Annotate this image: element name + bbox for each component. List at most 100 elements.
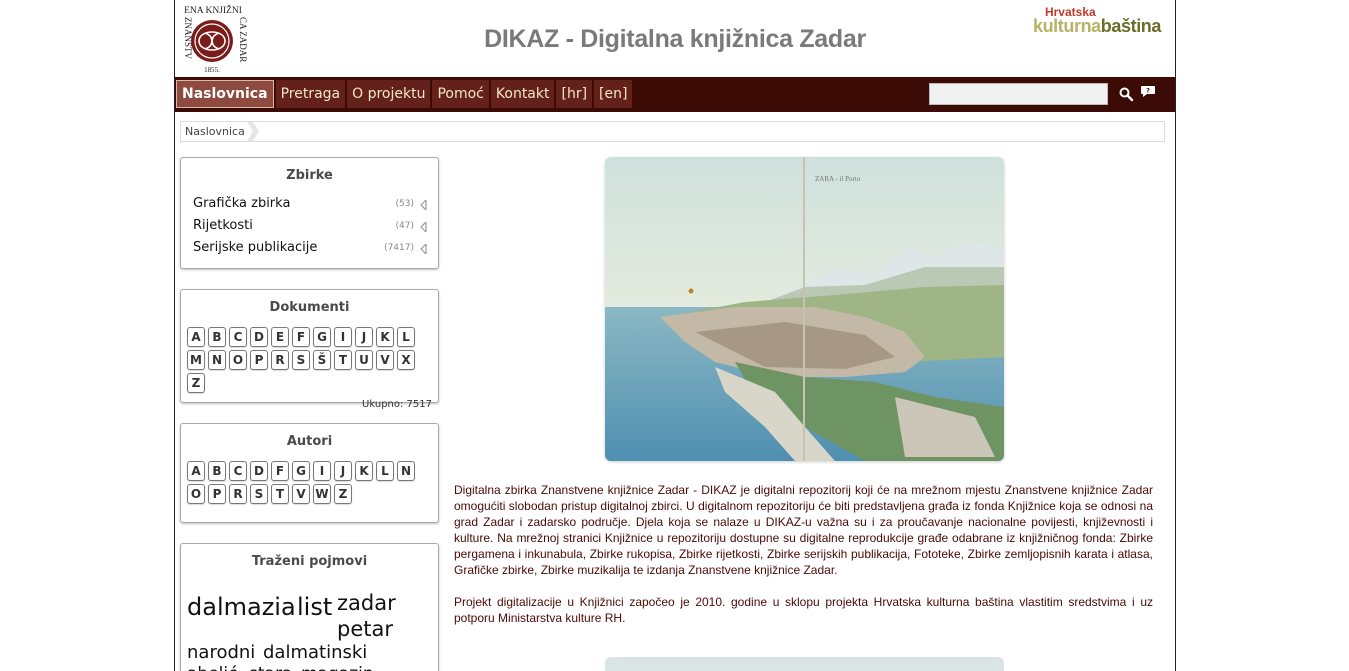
- search-icon[interactable]: [1118, 86, 1134, 102]
- documents-letter-button[interactable]: V: [376, 350, 394, 370]
- documents-letter-button[interactable]: B: [208, 327, 226, 347]
- tags-title: Traženi pojmovi: [251, 554, 368, 569]
- tag-link[interactable]: zadar: [337, 593, 396, 614]
- intro-paragraph-2: Projekt digitalizacije u Knjižnici započ…: [454, 595, 1153, 625]
- documents-letter-button[interactable]: M: [187, 350, 205, 370]
- authors-letter-button[interactable]: D: [250, 461, 268, 481]
- nav-item-en[interactable]: [en]: [594, 80, 633, 108]
- authors-letter-button[interactable]: J: [334, 461, 352, 481]
- intro-paragraph-1: Digitalna zbirka Znanstvene knjižnice Za…: [454, 483, 1153, 577]
- nav-item-naslovnica[interactable]: Naslovnica: [176, 80, 274, 108]
- collections-list: Grafička zbirka (53) Rijetkosti (47) Serijsk…: [181, 193, 438, 259]
- breadcrumb-separator-icon: [247, 122, 259, 141]
- documents-letter-button[interactable]: X: [397, 350, 415, 370]
- authors-letter-button[interactable]: I: [313, 461, 331, 481]
- documents-letter-button[interactable]: E: [271, 327, 289, 347]
- collection-count: (53): [395, 199, 414, 209]
- nav-item-o-projektu[interactable]: O projektu: [347, 80, 431, 108]
- authors-title: Autori: [286, 434, 333, 449]
- authors-box: Autori ABCDFGIJKLN OPRSTVWZ: [180, 423, 439, 523]
- authors-letter-button[interactable]: L: [376, 461, 394, 481]
- breadcrumb: Naslovnica: [180, 121, 1165, 142]
- documents-letter-button[interactable]: I: [334, 327, 352, 347]
- documents-box: Dokumenti ABCDEFGIJKL MNOPRSŠTUVX Z Ukupno…: [180, 289, 439, 410]
- tag-link[interactable]: dalmatinski: [263, 644, 367, 662]
- tag-link[interactable]: abelić: [187, 666, 237, 671]
- documents-letter-button[interactable]: Š: [313, 350, 331, 370]
- authors-letter-button[interactable]: A: [187, 461, 205, 481]
- collections-title: Zbirke: [286, 168, 333, 183]
- nav-item-pomoć[interactable]: Pomoć: [432, 80, 489, 108]
- nav-item-hr[interactable]: [hr]: [556, 80, 593, 108]
- breadcrumb-item-home[interactable]: Naslovnica: [181, 122, 255, 141]
- authors-letter-button[interactable]: K: [355, 461, 373, 481]
- documents-letter-button[interactable]: S: [292, 350, 310, 370]
- speech-bubble-icon[interactable]: ?: [1140, 85, 1156, 99]
- authors-letter-button[interactable]: B: [208, 461, 226, 481]
- documents-letter-button[interactable]: T: [334, 350, 352, 370]
- documents-letter-index: ABCDEFGIJKL MNOPRSŠTUVX Z: [181, 327, 426, 393]
- tag-link[interactable]: petar: [337, 619, 393, 640]
- documents-letter-button[interactable]: O: [229, 350, 247, 370]
- partner-logo-bottom: kulturnabaština: [1033, 17, 1161, 35]
- search-input[interactable]: [929, 83, 1108, 105]
- tag-link[interactable]: list: [297, 595, 332, 619]
- documents-letter-button[interactable]: D: [250, 327, 268, 347]
- authors-letter-index: ABCDFGIJKLN OPRSTVWZ: [181, 461, 426, 504]
- collection-label: Serijske publikacije: [193, 240, 318, 255]
- documents-total: Ukupno: 7517: [362, 399, 432, 410]
- main-navbar: Naslovnica Pretraga O projektu Pomoć Kontakt…: [175, 77, 1175, 112]
- authors-letter-button[interactable]: T: [271, 484, 289, 504]
- collection-item[interactable]: Grafička zbirka (53): [193, 193, 428, 215]
- authors-letter-button[interactable]: O: [187, 484, 205, 504]
- second-featured-image[interactable]: [605, 657, 1004, 671]
- site-title: DIKAZ - Digitalna knjižnica Zadar: [484, 25, 866, 53]
- expand-arrow-icon[interactable]: [420, 222, 428, 232]
- documents-letter-button[interactable]: L: [397, 327, 415, 347]
- partner-logo-word-b: baština: [1100, 16, 1162, 36]
- authors-letter-button[interactable]: V: [292, 484, 310, 504]
- collection-label: Rijetkosti: [193, 218, 253, 233]
- svg-text:?: ?: [1146, 87, 1150, 95]
- authors-letter-button[interactable]: P: [208, 484, 226, 504]
- expand-arrow-icon[interactable]: [420, 200, 428, 210]
- authors-letter-button[interactable]: S: [250, 484, 268, 504]
- authors-letter-button[interactable]: W: [313, 484, 331, 504]
- documents-letter-button[interactable]: G: [313, 327, 331, 347]
- documents-letter-button[interactable]: A: [187, 327, 205, 347]
- authors-letter-button[interactable]: C: [229, 461, 247, 481]
- authors-letter-button[interactable]: N: [397, 461, 415, 481]
- documents-letter-button[interactable]: K: [376, 327, 394, 347]
- tag-link[interactable]: dalmazia: [187, 595, 296, 619]
- documents-letter-button[interactable]: R: [271, 350, 289, 370]
- nav-item-kontakt[interactable]: Kontakt: [490, 80, 555, 108]
- authors-letter-button[interactable]: Z: [334, 484, 352, 504]
- documents-letter-button[interactable]: J: [355, 327, 373, 347]
- authors-letter-button[interactable]: R: [229, 484, 247, 504]
- authors-letter-button[interactable]: F: [271, 461, 289, 481]
- documents-letter-button[interactable]: C: [229, 327, 247, 347]
- authors-letter-button[interactable]: G: [292, 461, 310, 481]
- documents-letter-button[interactable]: F: [292, 327, 310, 347]
- collections-box: Zbirke Grafička zbirka (53) Rijetkosti (47)…: [180, 157, 439, 269]
- featured-postcard-image[interactable]: ZARA - il Porto: [605, 157, 1004, 461]
- documents-letter-button[interactable]: Z: [187, 373, 205, 393]
- collection-item[interactable]: Serijske publikacije (7417): [193, 237, 428, 259]
- documents-letter-button[interactable]: P: [250, 350, 268, 370]
- collection-item[interactable]: Rijetkosti (47): [193, 215, 428, 237]
- tag-link[interactable]: narodni: [187, 644, 255, 662]
- logo-text-top: ENA KNJIŽNI: [184, 4, 242, 16]
- expand-arrow-icon[interactable]: [420, 244, 428, 254]
- tag-link[interactable]: magazin: [301, 666, 374, 671]
- collection-label: Grafička zbirka: [193, 196, 291, 211]
- header: ENA KNJIŽNI ZNANSTV CA ZADAR 1855. DIKAZ…: [175, 1, 1175, 77]
- intro-text: Digitalna zbirka Znanstvene knjižnice Za…: [454, 482, 1153, 642]
- nav-item-pretraga[interactable]: Pretraga: [275, 80, 346, 108]
- partner-logo[interactable]: Hrvatska kulturnabaština: [1033, 6, 1161, 35]
- main-nav: Naslovnica Pretraga O projektu Pomoć Kontakt…: [176, 80, 633, 108]
- documents-letter-button[interactable]: N: [208, 350, 226, 370]
- logo-year: 1855.: [204, 66, 220, 74]
- documents-letter-button[interactable]: U: [355, 350, 373, 370]
- tag-link[interactable]: stara: [249, 666, 292, 671]
- collection-count: (47): [395, 221, 414, 231]
